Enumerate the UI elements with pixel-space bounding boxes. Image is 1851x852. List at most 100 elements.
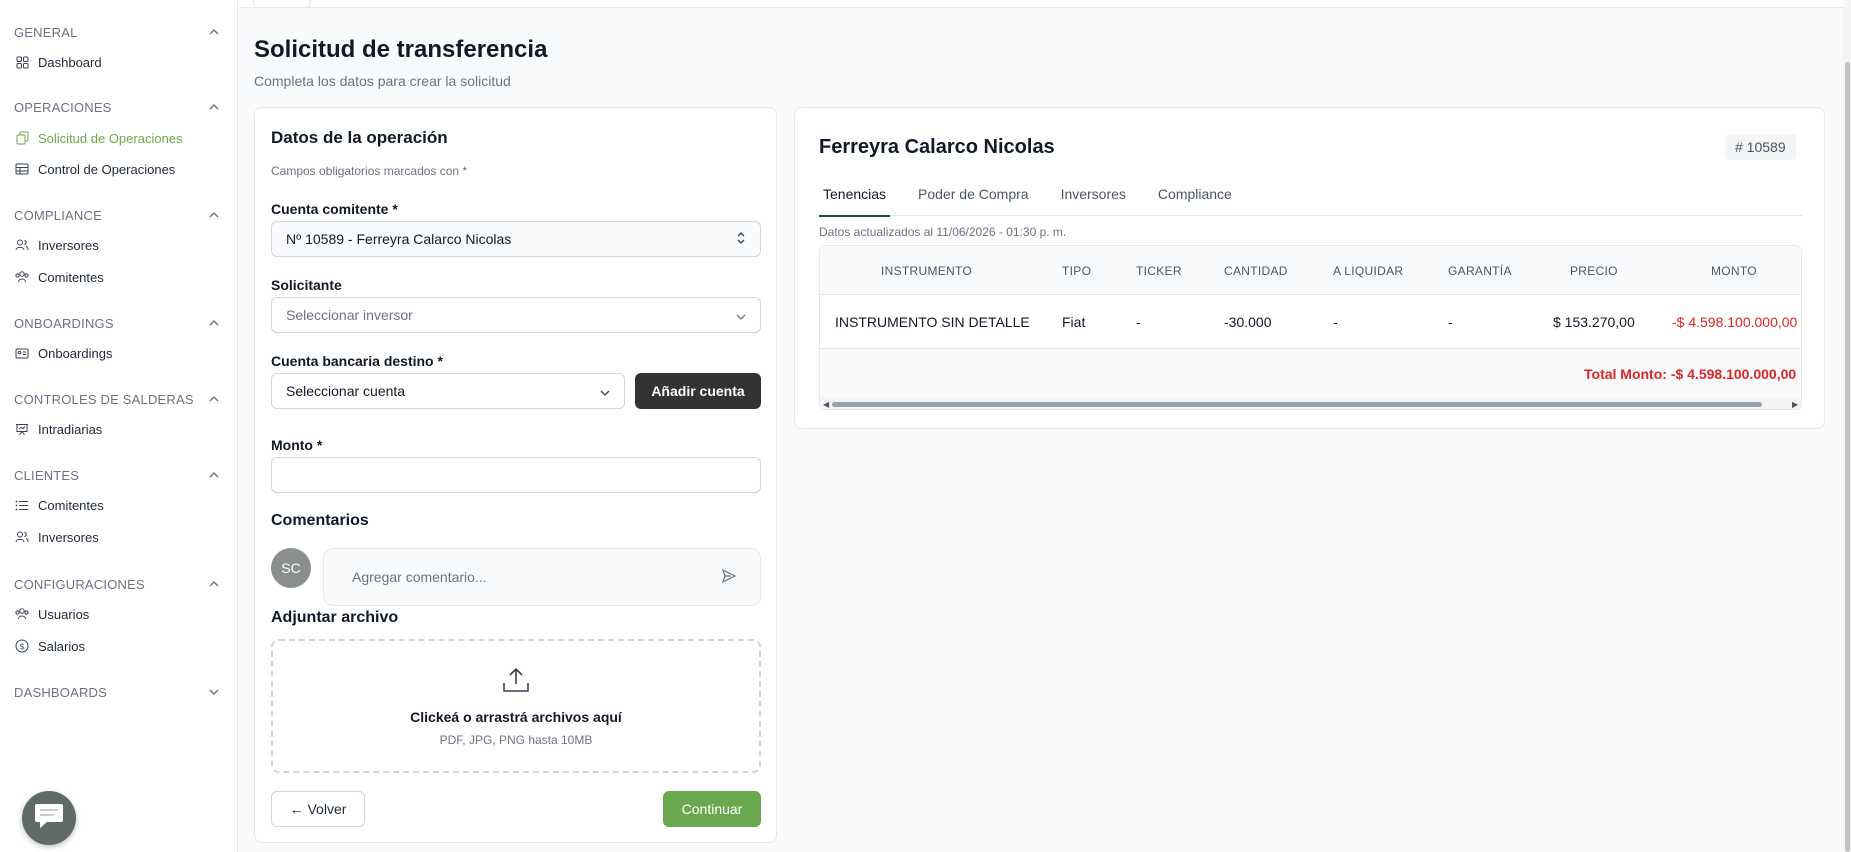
table-icon [14,161,30,177]
sidebar-item-dashboard[interactable]: Dashboard [14,50,224,74]
section-header-compliance[interactable]: COMPLIANCE [14,205,220,225]
cuenta-comitente-select[interactable]: Nº 10589 - Ferreyra Calarco Nicolas [271,221,761,257]
column-header: GARANTÍA [1448,263,1512,278]
chevron-up-icon [208,26,220,38]
table-cell: Fiat [1062,314,1086,330]
continue-button[interactable]: Continuar [663,791,761,827]
client-tabs: Tenencias Poder de Compra Inversores Com… [819,172,1802,217]
sidebar-item-onboardings[interactable]: Onboardings [14,341,224,365]
scroll-left-icon[interactable]: ◀ [823,400,829,409]
chevron-up-icon [208,101,220,113]
solicitante-placeholder: Seleccionar inversor [286,307,413,323]
holdings-table: INSTRUMENTO TIPO TICKER CANTIDAD A LIQUI… [819,245,1802,410]
tab-inversores[interactable]: Inversores [1057,172,1130,216]
section-title: ONBOARDINGS [14,315,114,331]
sidebar-item-inversores[interactable]: Inversores [14,233,224,257]
top-bar [239,0,1851,8]
table-cell: -$ 4.598.100.000,00 [1672,314,1798,330]
client-name: Ferreyra Calarco Nicolas [819,136,1055,158]
solicitante-select[interactable]: Seleccionar inversor [271,297,761,333]
section-title: GENERAL [14,24,78,40]
section-header-clientes[interactable]: CLIENTES [14,465,220,485]
list-icon [14,497,30,513]
page-scrollbar-thumb[interactable] [1845,62,1850,852]
sidebar-item-solicitud-operaciones[interactable]: Solicitud de Operaciones [14,126,224,150]
table-cell: - [1136,314,1141,330]
team-icon [14,606,30,622]
comentarios-label: Comentarios [271,512,369,529]
column-header: MONTO [1711,263,1757,278]
section-title: OPERACIONES [14,99,112,115]
svg-text:$: $ [19,642,24,651]
table-cell: $ 153.270,00 [1553,314,1635,330]
top-bar-control[interactable] [253,0,311,8]
tab-tenencias[interactable]: Tenencias [819,172,891,217]
column-header: TICKER [1136,263,1182,278]
sidebar-item-label: Comitentes [38,497,104,513]
cuenta-comitente-label: Cuenta comitente * [271,201,398,217]
section-header-general[interactable]: GENERAL [14,22,220,42]
cuenta-bancaria-placeholder: Seleccionar cuenta [286,383,406,399]
column-header: INSTRUMENTO [881,263,973,278]
scroll-right-icon[interactable]: ▶ [1792,400,1798,409]
section-title: CONTROLES DE SALDERAS [14,391,194,407]
data-updated-text: Datos actualizados al 11/06/2026 - 01:30… [819,225,1067,239]
sidebar-item-salarios[interactable]: $ Salarios [14,634,224,658]
section-title: CONFIGURACIONES [14,576,145,592]
add-account-button[interactable]: Añadir cuenta [635,373,761,409]
section-title: COMPLIANCE [14,207,102,223]
copy-icon [14,130,30,146]
sidebar-item-clientes-comitentes[interactable]: Comitentes [14,493,224,517]
sidebar-item-label: Onboardings [38,345,113,361]
chevron-up-icon [208,578,220,590]
section-header-onboardings[interactable]: ONBOARDINGS [14,313,220,333]
sidebar-item-label: Inversores [38,237,99,253]
tab-compliance[interactable]: Compliance [1154,172,1236,216]
back-button[interactable]: ← Volver [271,791,365,827]
team-icon [14,269,30,285]
column-header: CANTIDAD [1224,263,1288,278]
chat-bubble-icon [34,803,64,834]
column-header: PRECIO [1570,263,1618,278]
sidebar-item-label: Solicitud de Operaciones [38,130,183,146]
table-cell: INSTRUMENTO SIN DETALLE [835,314,1030,330]
adjuntar-label: Adjuntar archivo [271,609,399,626]
sidebar-item-control-operaciones[interactable]: Control de Operaciones [14,157,224,181]
sidebar-item-usuarios[interactable]: Usuarios [14,602,224,626]
send-icon[interactable] [721,568,737,586]
chevron-up-icon [208,393,220,405]
dollar-circle-icon: $ [14,638,30,654]
table-cell: -30.000 [1224,314,1272,330]
chevron-down-icon [736,307,746,323]
sidebar: GENERAL Dashboard OPERACIONES Solicitud … [0,0,238,852]
section-header-dashboards[interactable]: DASHBOARDS [14,682,220,702]
upload-icon [502,666,530,699]
form-title: Datos de la operación [271,128,448,147]
cuenta-bancaria-select[interactable]: Seleccionar cuenta [271,373,625,409]
grid-icon [14,54,30,70]
file-dropzone[interactable]: Clickeá o arrastrá archivos aquí PDF, JP… [271,639,761,773]
operation-form-card: Datos de la operación Campos obligatorio… [254,107,777,843]
sidebar-item-clientes-inversores[interactable]: Inversores [14,525,224,549]
sidebar-item-label: Dashboard [38,54,102,70]
monto-label: Monto * [271,437,323,453]
chat-button[interactable] [22,791,76,845]
avatar: SC [271,548,311,588]
users-icon [14,529,30,545]
monto-input[interactable] [271,457,761,493]
cuenta-bancaria-label: Cuenta bancaria destino * [271,353,443,369]
sidebar-item-comitentes[interactable]: Comitentes [14,265,224,289]
table-cell: - [1333,314,1338,330]
section-header-configuraciones[interactable]: CONFIGURACIONES [14,574,220,594]
table-cell: - [1448,314,1453,330]
total-monto: Total Monto: -$ 4.598.100.000,00 [1584,365,1797,382]
users-icon [14,237,30,253]
table-horizontal-scrollbar[interactable]: ◀ ▶ [820,398,1801,409]
section-header-operaciones[interactable]: OPERACIONES [14,97,220,117]
comment-input[interactable]: Agregar comentario... [323,548,761,606]
sidebar-item-intradiarias[interactable]: Intradiarias [14,417,224,441]
section-header-controles[interactable]: CONTROLES DE SALDERAS [14,389,220,409]
scrollbar-thumb[interactable] [832,402,1762,407]
chevron-down-icon [208,686,220,698]
tab-poder-de-compra[interactable]: Poder de Compra [914,172,1033,216]
